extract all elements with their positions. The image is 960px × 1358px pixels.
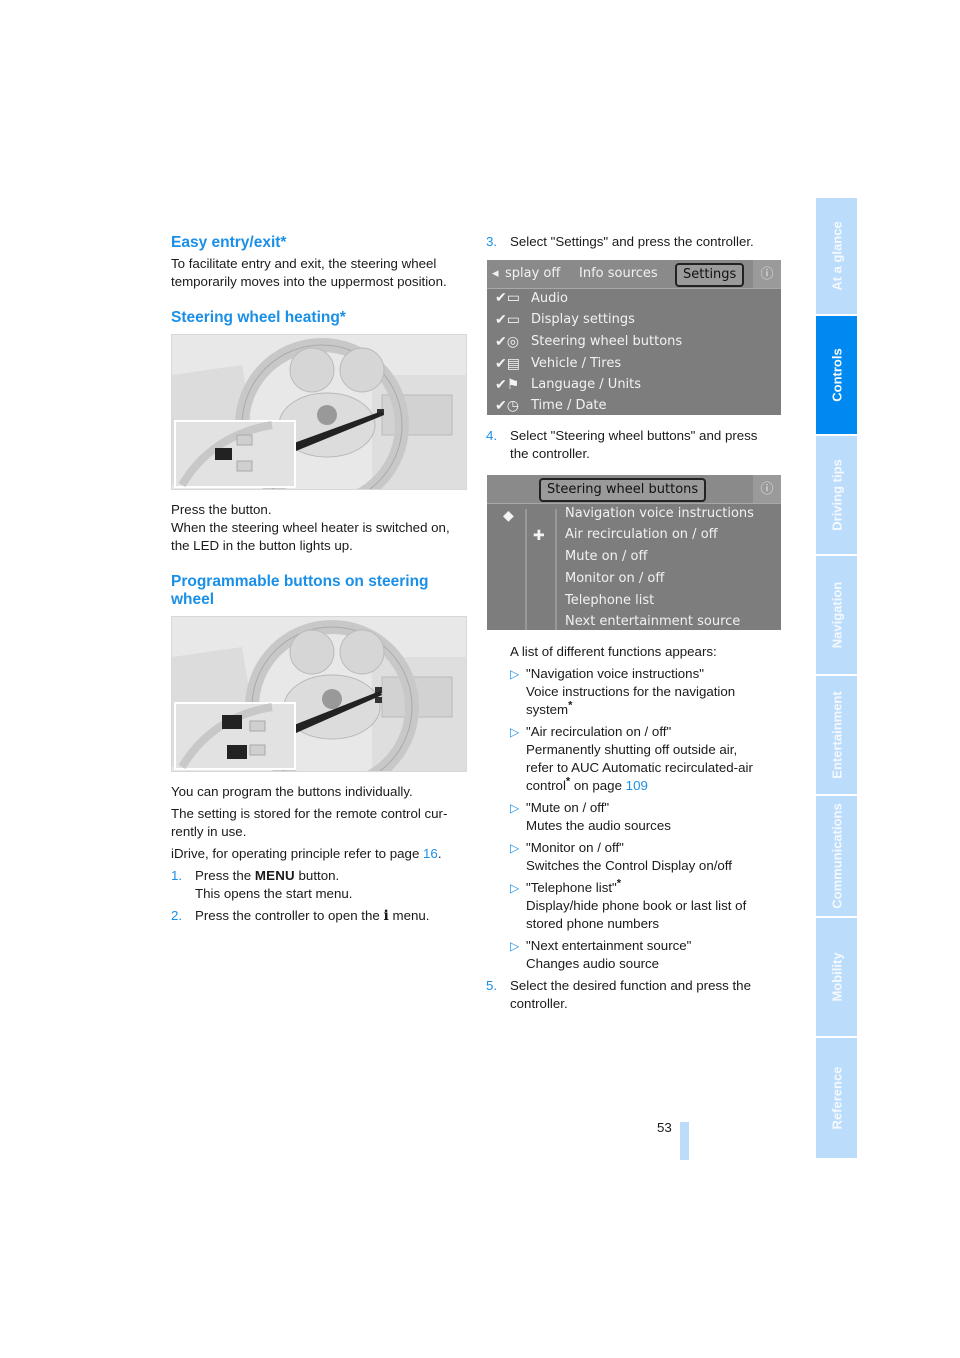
tab-mobility[interactable]: Mobility	[816, 918, 857, 1036]
vehicle-icon: ✔▤	[495, 355, 520, 371]
heading-programmable-buttons-1: Programmable buttons on steering	[171, 573, 429, 590]
step-3: 3. Select "Settings" and press the contr…	[486, 234, 754, 249]
bullet-navigation-voice: ▷ "Navigation voice instructions" Voice i…	[510, 666, 736, 717]
option-mute[interactable]: Mute on / off	[565, 549, 647, 564]
triangle-bullet-icon: ▷	[510, 667, 520, 681]
programmable-text-3: iDrive, for operating principle refer to…	[171, 846, 442, 861]
programmable-text-1: You can program the buttons individually…	[171, 784, 413, 799]
triangle-bullet-icon: ▷	[510, 841, 520, 855]
tab-controls[interactable]: Controls	[816, 316, 857, 434]
programmable-buttons-illustration	[171, 616, 467, 772]
step-4: 4. Select "Steering wheel buttons" and p…	[486, 428, 758, 461]
heating-text-2: When the steering wheel heater is switch…	[171, 520, 450, 535]
settings-screen-topbar: ◂ splay off Info sources Settings ⓘ	[487, 260, 781, 289]
info-nav-icon[interactable]: ⓘ	[753, 260, 781, 288]
step-2: 2. Press the controller to open the i me…	[171, 908, 430, 924]
clock-icon: ✔◷	[495, 397, 519, 413]
tab-communications[interactable]: Communications	[816, 796, 857, 916]
bullet-air-recirculation: ▷ "Air recirculation on / off" Permanentl…	[510, 724, 753, 793]
audio-icon: ✔▭	[495, 289, 520, 305]
heading-steering-wheel-heating: Steering wheel heating*	[171, 309, 346, 326]
tab-display-off[interactable]: splay off	[505, 266, 560, 281]
display-icon: ✔▭	[495, 311, 520, 327]
steering-wheel-buttons-screen: Steering wheel buttons ⓘ ◆ ✚ Navigation …	[487, 475, 781, 630]
tab-reference[interactable]: Reference	[816, 1038, 857, 1158]
page-number-marker	[680, 1122, 689, 1160]
option-air-recirculation[interactable]: Air recirculation on / off	[565, 527, 718, 542]
option-monitor[interactable]: Monitor on / off	[565, 571, 664, 586]
triangle-bullet-icon: ▷	[510, 801, 520, 815]
diamond-button-icon: ◆	[503, 507, 514, 523]
bullet-monitor: ▷ "Monitor on / off" Switches the Control…	[510, 840, 732, 873]
tab-entertainment[interactable]: Entertainment	[816, 676, 857, 794]
option-telephone-list[interactable]: Telephone list	[565, 593, 654, 608]
menu-item-audio[interactable]: Audio	[531, 291, 568, 306]
step-1: 1. Press the MENU button. This opens the …	[171, 868, 353, 901]
bullet-next-entertainment: ▷ "Next entertainment source" Changes aud…	[510, 938, 692, 971]
bullet-mute: ▷ "Mute on / off" Mutes the audio sources	[510, 800, 671, 833]
easy-entry-text-1: To facilitate entry and exit, the steeri…	[171, 256, 437, 271]
tab-at-a-glance[interactable]: At a glance	[816, 198, 857, 314]
heading-easy-entry: Easy entry/exit*	[171, 234, 287, 251]
scroll-left-arrow-icon[interactable]: ◂	[492, 266, 499, 281]
steering-wheel-heating-illustration	[171, 334, 467, 490]
heating-text-1: Press the button.	[171, 502, 272, 517]
page-link-16[interactable]: 16	[423, 846, 438, 861]
menu-item-time-date[interactable]: Time / Date	[531, 398, 607, 413]
menu-key-label: MENU	[254, 868, 295, 883]
settings-screen: ◂ splay off Info sources Settings ⓘ ✔▭ A…	[487, 260, 781, 415]
screen-title-steering-wheel-buttons: Steering wheel buttons	[539, 478, 707, 502]
menu-item-language-units[interactable]: Language / Units	[531, 377, 641, 392]
programmable-text-2a: The setting is stored for the remote con…	[171, 806, 448, 821]
triangle-bullet-icon: ▷	[510, 939, 520, 953]
divider	[555, 509, 557, 630]
easy-entry-text-2: temporarily moves into the uppermost pos…	[171, 274, 447, 289]
triangle-bullet-icon: ▷	[510, 881, 520, 895]
tab-settings[interactable]: Settings	[675, 263, 745, 287]
programmable-text-2b: rently in use.	[171, 824, 247, 839]
heading-programmable-buttons-2: wheel	[171, 591, 215, 608]
tab-driving-tips[interactable]: Driving tips	[816, 436, 857, 554]
option-navigation-voice[interactable]: Navigation voice instructions	[565, 506, 754, 521]
divider	[525, 509, 527, 630]
menu-item-steering-wheel-buttons[interactable]: Steering wheel buttons	[531, 334, 682, 349]
page-number: 53	[657, 1120, 672, 1135]
tab-navigation[interactable]: Navigation	[816, 556, 857, 674]
flag-icon: ✔⚑	[495, 376, 520, 392]
menu-item-vehicle-tires[interactable]: Vehicle / Tires	[531, 356, 621, 371]
buttons-screen-topbar: Steering wheel buttons ⓘ	[487, 475, 781, 504]
list-intro: A list of different functions appears:	[510, 644, 717, 659]
steering-wheel-icon: ✔◎	[495, 333, 519, 349]
triangle-bullet-icon: ▷	[510, 725, 520, 739]
option-next-entertainment[interactable]: Next entertainment source	[565, 614, 740, 629]
step-5: 5. Select the desired function and press…	[486, 978, 751, 1011]
tab-info-sources[interactable]: Info sources	[579, 266, 658, 281]
plus-button-icon: ✚	[533, 527, 545, 543]
info-nav-icon[interactable]: ⓘ	[753, 475, 781, 503]
menu-item-display-settings[interactable]: Display settings	[531, 312, 635, 327]
page-link-109[interactable]: 109	[626, 778, 648, 793]
bullet-telephone-list: ▷ "Telephone list"* Display/hide phone bo…	[510, 877, 747, 931]
heating-text-3: the LED in the button lights up.	[171, 538, 353, 553]
